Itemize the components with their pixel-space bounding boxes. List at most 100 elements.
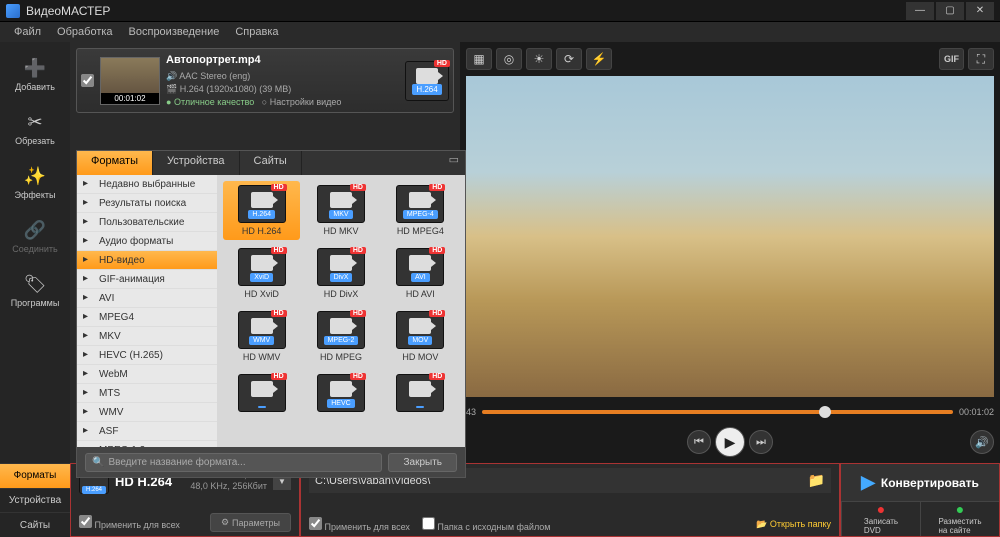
- titlebar: ВидеоМАСТЕР — ▢ ✕: [0, 0, 1000, 22]
- trim-button[interactable]: ✂Обрезать: [5, 104, 65, 152]
- globe-icon: ●: [956, 502, 964, 517]
- format-category[interactable]: ▸AVI: [77, 289, 217, 308]
- search-icon: 🔍: [92, 457, 104, 468]
- file-thumbnail[interactable]: 00:01:02: [100, 57, 160, 105]
- app-icon: [6, 4, 20, 18]
- format-panel: Форматы Устройства Сайты ▭ ▸Недавно выбр…: [76, 150, 466, 478]
- burn-dvd-button[interactable]: ●ЗаписатьDVD: [841, 501, 920, 536]
- brightness-tool[interactable]: ☀: [526, 48, 552, 70]
- trim-icon: ✂: [23, 110, 47, 134]
- file-video: 🎬 H.264 (1920x1080) (39 MB): [166, 83, 399, 96]
- format-category[interactable]: ▸MPEG4: [77, 308, 217, 327]
- minimize-button[interactable]: —: [906, 2, 934, 20]
- next-button[interactable]: ⏭: [749, 430, 773, 454]
- format-item[interactable]: HD: [382, 370, 459, 419]
- format-item[interactable]: HDXviDHD XviD: [223, 244, 300, 303]
- format-item[interactable]: HDHEVC: [302, 370, 379, 419]
- file-checkbox[interactable]: [81, 74, 94, 87]
- format-close-button[interactable]: Закрыть: [388, 453, 457, 472]
- fp-collapse-icon[interactable]: ▭: [443, 151, 465, 175]
- publish-button[interactable]: ●Разместитьна сайте: [920, 501, 999, 536]
- format-category[interactable]: ▸ASF: [77, 422, 217, 441]
- file-format-badge[interactable]: HD H.264: [405, 61, 449, 101]
- format-item[interactable]: HDMKVHD MKV: [302, 181, 379, 240]
- fp-tab-devices[interactable]: Устройства: [153, 151, 240, 175]
- play-button[interactable]: ▶: [715, 427, 745, 457]
- format-category[interactable]: ▸HEVC (H.265): [77, 346, 217, 365]
- format-category[interactable]: ▸Пользовательские: [77, 213, 217, 232]
- preview-canvas[interactable]: [466, 76, 994, 397]
- menu-file[interactable]: Файл: [8, 24, 47, 40]
- actions-panel: ▶Конвертировать ●ЗаписатьDVD ●Разместить…: [840, 463, 1000, 537]
- seek-slider[interactable]: [482, 410, 953, 414]
- snapshot-tool[interactable]: ◎: [496, 48, 522, 70]
- seek-knob[interactable]: [819, 406, 831, 418]
- fp-tab-formats[interactable]: Форматы: [77, 151, 153, 175]
- format-category[interactable]: ▸Результаты поиска: [77, 194, 217, 213]
- menu-help[interactable]: Справка: [229, 24, 284, 40]
- file-quality: ● Отличное качество: [166, 97, 254, 107]
- crop-tool[interactable]: ▦: [466, 48, 492, 70]
- format-item[interactable]: HDDivXHD DivX: [302, 244, 379, 303]
- format-item[interactable]: HDMPEG-4HD MPEG4: [382, 181, 459, 240]
- volume-button[interactable]: 🔊: [970, 430, 994, 454]
- gif-button[interactable]: GIF: [939, 48, 964, 70]
- convert-button[interactable]: ▶Конвертировать: [841, 464, 999, 501]
- format-search[interactable]: 🔍Введите название формата...: [85, 453, 382, 472]
- apply-all-checkbox[interactable]: Применить для всех: [79, 515, 180, 530]
- browse-folder-icon[interactable]: 📁: [808, 472, 825, 489]
- file-audio: 🔊 AAC Stereo (eng): [166, 70, 399, 83]
- format-category[interactable]: ▸GIF-анимация: [77, 270, 217, 289]
- format-item[interactable]: HDMPEG-2HD MPEG: [302, 307, 379, 366]
- camera-icon: [416, 68, 438, 84]
- bottom-tab-formats[interactable]: Форматы: [0, 463, 70, 488]
- format-categories: ▸Недавно выбранные▸Результаты поиска▸Пол…: [77, 175, 217, 447]
- thumbnail-time: 00:01:02: [101, 93, 159, 104]
- programs-icon: 🏷: [23, 272, 47, 296]
- rotate-tool[interactable]: ⟳: [556, 48, 582, 70]
- preview-duration: 00:01:02: [959, 407, 994, 417]
- format-item[interactable]: HDH.264HD H.264: [223, 181, 300, 240]
- speed-tool[interactable]: ⚡: [586, 48, 612, 70]
- format-category[interactable]: ▸MKV: [77, 327, 217, 346]
- format-item[interactable]: HD: [223, 370, 300, 419]
- file-name: Автопортрет.mp4: [166, 53, 399, 68]
- bottom-tab-devices[interactable]: Устройства: [0, 488, 70, 513]
- effects-button[interactable]: ✨Эффекты: [5, 158, 65, 206]
- format-category[interactable]: ▸WebM: [77, 365, 217, 384]
- file-row[interactable]: 00:01:02 Автопортрет.mp4 🔊 AAC Stereo (e…: [76, 48, 454, 113]
- bottom-tab-sites[interactable]: Сайты: [0, 512, 70, 537]
- format-category[interactable]: ▸HD-видео: [77, 251, 217, 270]
- dvd-icon: ●: [877, 502, 885, 517]
- preview-position: 43: [466, 407, 476, 417]
- programs-button[interactable]: 🏷Программы: [5, 266, 65, 314]
- fullscreen-button[interactable]: ⛶: [968, 48, 994, 70]
- menu-edit[interactable]: Обработка: [51, 24, 118, 40]
- prev-button[interactable]: ⏮: [687, 430, 711, 454]
- close-button[interactable]: ✕: [966, 2, 994, 20]
- parameters-button[interactable]: ⚙Параметры: [210, 513, 291, 532]
- source-folder-checkbox[interactable]: Папка с исходным файлом: [422, 517, 551, 532]
- format-item[interactable]: HDAVIHD AVI: [382, 244, 459, 303]
- file-settings-link[interactable]: ○ Настройки видео: [262, 97, 342, 107]
- format-item[interactable]: HDMOVHD MOV: [382, 307, 459, 366]
- join-icon: 🔗: [23, 218, 47, 242]
- format-category[interactable]: ▸WMV: [77, 403, 217, 422]
- menu-playback[interactable]: Воспроизведение: [123, 24, 226, 40]
- preview-panel: ▦ ◎ ☀ ⟳ ⚡ GIF ⛶ 43 00:01:02 ⏮: [460, 42, 1000, 463]
- gear-icon: ⚙: [221, 517, 229, 528]
- menu-bar: Файл Обработка Воспроизведение Справка: [0, 22, 1000, 42]
- add-button[interactable]: ➕Добавить: [5, 50, 65, 98]
- fp-tab-sites[interactable]: Сайты: [240, 151, 302, 175]
- format-category[interactable]: ▸MTS: [77, 384, 217, 403]
- add-icon: ➕: [23, 56, 47, 80]
- format-grid: HDH.264HD H.264HDMKVHD MKVHDMPEG-4HD MPE…: [217, 175, 465, 447]
- maximize-button[interactable]: ▢: [936, 2, 964, 20]
- open-folder-link[interactable]: 📂 Открыть папку: [756, 519, 831, 530]
- apply-all-path-checkbox[interactable]: Применить для всех: [309, 517, 410, 532]
- app-title: ВидеоМАСТЕР: [26, 4, 110, 18]
- format-category[interactable]: ▸Недавно выбранные: [77, 175, 217, 194]
- format-category[interactable]: ▸Аудио форматы: [77, 232, 217, 251]
- effects-icon: ✨: [23, 164, 47, 188]
- format-item[interactable]: HDWMVHD WMV: [223, 307, 300, 366]
